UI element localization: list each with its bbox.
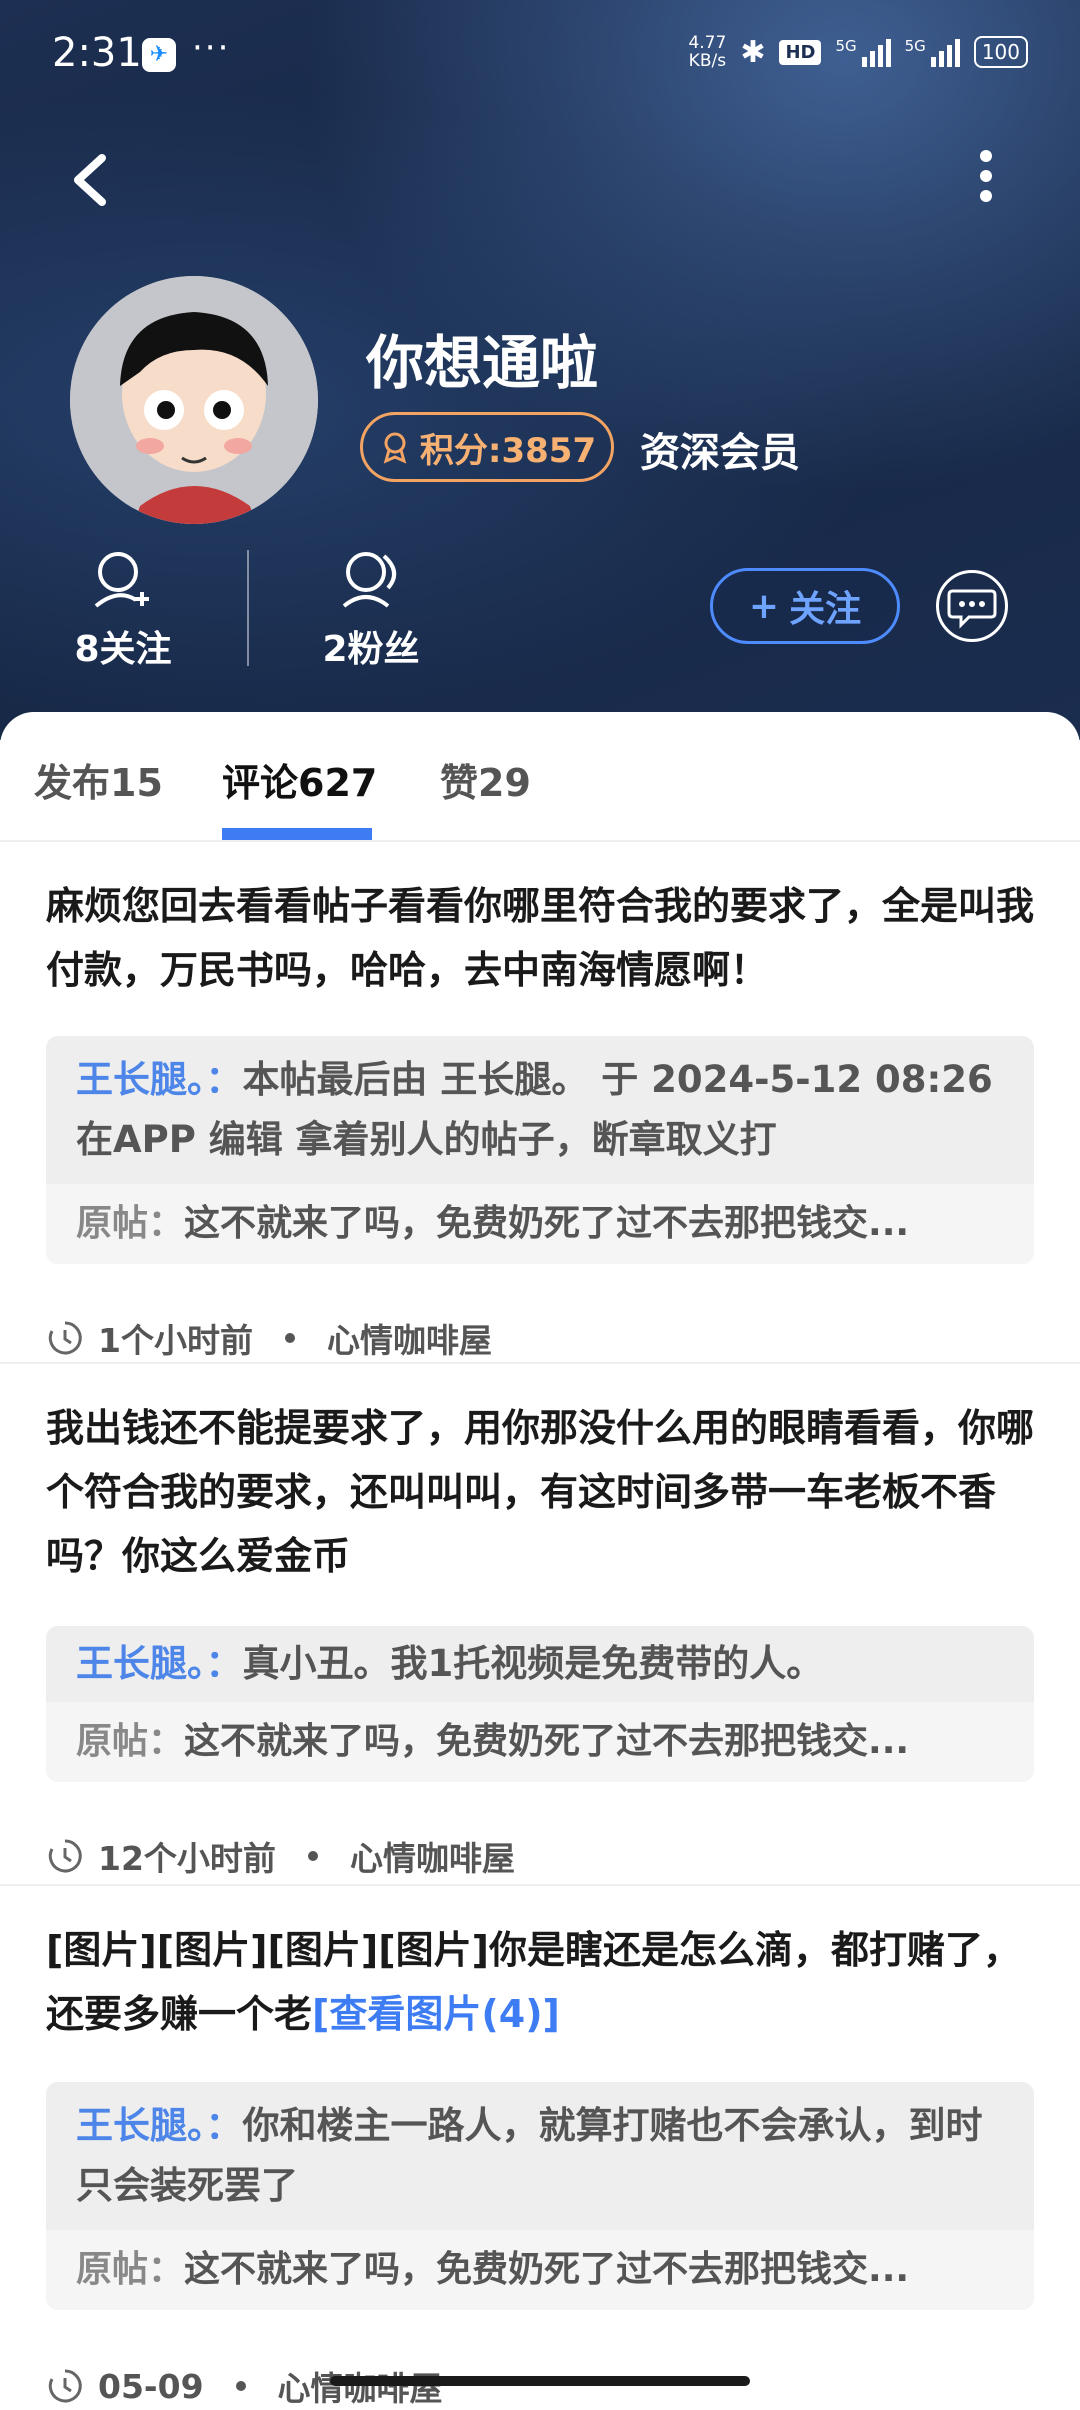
clock-icon (48, 1321, 82, 1355)
comment-meta: 05-09 心情咖啡屋 (46, 2362, 443, 2410)
member-level: 资深会员 (640, 430, 800, 476)
plus-icon: + (748, 585, 780, 627)
status-bar: 2:31 ✈ ··· 4.77 KB/s ✱ HD 5G 5G 100 (0, 0, 1080, 110)
following-count: 8关注 (74, 629, 172, 670)
network-speed: 4.77 KB/s (688, 33, 727, 71)
message-button[interactable] (936, 570, 1008, 642)
bluetooth-icon: ✱ (740, 34, 766, 70)
reply-user[interactable]: 王长腿。： (76, 1058, 243, 1101)
tab-bar: 发布15 评论627 赞29 (0, 712, 1080, 842)
signal-icon-2: 5G (905, 37, 960, 67)
original-post[interactable]: 原帖：这不就来了吗，免费奶死了过不去那把钱交... (46, 1184, 1034, 1264)
hd-icon: HD (779, 39, 822, 65)
avatar-cartoon-icon (70, 276, 318, 524)
list-item[interactable]: [图片][图片][图片][图片]你是瞎还是怎么滴，都打赌了，还要多赚一个老[查看… (0, 1886, 1080, 2408)
reply-user[interactable]: 王长腿。： (76, 1642, 243, 1685)
reply-content: 王长腿。：真小丑。我1托视频是免费带的人。 (46, 1626, 1034, 1702)
home-indicator[interactable] (330, 2376, 750, 2386)
followers-stat[interactable]: 2粉丝 (276, 548, 466, 672)
follow-label: 关注 (789, 589, 862, 630)
origin-text: 这不就来了吗，免费奶死了过不去那把钱交... (184, 2249, 910, 2290)
reply-text: 真小丑。我1托视频是免费带的人。 (242, 1642, 824, 1685)
comment-board[interactable]: 心情咖啡屋 (327, 1314, 492, 1362)
reply-content: 王长腿。：本帖最后由 王长腿。 于 2024-5-12 08:26 在APP 编… (46, 1036, 1034, 1184)
battery-icon: 100 (973, 36, 1028, 68)
signal-icon-1: 5G (835, 37, 891, 67)
comment-board[interactable]: 心情咖啡屋 (278, 2362, 443, 2410)
reply-quote[interactable]: 王长腿。：本帖最后由 王长腿。 于 2024-5-12 08:26 在APP 编… (46, 1036, 1034, 1264)
followers-icon (342, 552, 396, 608)
active-tab-indicator (222, 828, 372, 840)
comment-text: 我出钱还不能提要求了，用你那没什么用的眼睛看看，你哪个符合我的要求，还叫叫叫，有… (46, 1406, 1035, 1578)
original-post[interactable]: 原帖：这不就来了吗，免费奶死了过不去那把钱交... (46, 2230, 1034, 2310)
content-panel: 发布15 评论627 赞29 麻烦您回去看看帖子看看你哪里符合我的要求了，全是叫… (0, 712, 1080, 2408)
meta-separator (235, 2381, 246, 2391)
comment-board[interactable]: 心情咖啡屋 (350, 1832, 515, 1880)
following-stat[interactable]: 8关注 (28, 548, 218, 672)
followers-count: 2粉丝 (322, 629, 420, 670)
more-notifications-icon: ··· (192, 28, 231, 68)
stat-divider (247, 550, 249, 666)
comment-text: [图片][图片][图片][图片]你是瞎还是怎么滴，都打赌了，还要多赚一个老[查看… (46, 1918, 1038, 2046)
origin-text: 这不就来了吗，免费奶死了过不去那把钱交... (184, 1203, 910, 1244)
list-item[interactable]: 麻烦您回去看看帖子看看你哪里符合我的要求了，全是叫我付款，万民书吗，哈哈，去中南… (0, 842, 1080, 1364)
origin-text: 这不就来了吗，免费奶死了过不去那把钱交... (184, 1721, 910, 1762)
reply-quote[interactable]: 王长腿。：你和楼主一路人，就算打赌也不会承认，到时只会装死罢了 原帖：这不就来了… (46, 2082, 1034, 2310)
origin-label: 原帖： (76, 1721, 185, 1762)
points-label: 积分:3857 (419, 430, 597, 471)
following-icon (94, 552, 149, 608)
clock-icon (48, 2369, 82, 2403)
original-post[interactable]: 原帖：这不就来了吗，免费奶死了过不去那把钱交... (46, 1702, 1034, 1782)
origin-label: 原帖： (76, 1203, 185, 1244)
reply-content: 王长腿。：你和楼主一路人，就算打赌也不会承认，到时只会装死罢了 (46, 2082, 1034, 2230)
back-arrow-icon (74, 154, 106, 206)
comment-time: 12个小时前 (98, 1839, 276, 1878)
chat-bubble-icon (947, 589, 997, 629)
list-item[interactable]: 我出钱还不能提要求了，用你那没什么用的眼睛看看，你哪个符合我的要求，还叫叫叫，有… (0, 1364, 1080, 1886)
tab-posts[interactable]: 发布15 (34, 752, 163, 807)
clock-icon (48, 1839, 82, 1873)
comment-text: 麻烦您回去看看帖子看看你哪里符合我的要求了，全是叫我付款，万民书吗，哈哈，去中南… (46, 884, 1035, 992)
comment-meta: 1个小时前 心情咖啡屋 (46, 1314, 492, 1362)
avatar[interactable] (70, 276, 318, 524)
points-badge[interactable]: 积分:3857 (360, 412, 614, 482)
medal-icon (383, 432, 407, 464)
view-images-link[interactable]: [查看图片(4)] (312, 1992, 560, 2036)
follow-button[interactable]: + 关注 (710, 568, 900, 644)
username: 你想通啦 (366, 329, 599, 397)
origin-label: 原帖： (76, 2249, 185, 2290)
meta-separator (284, 1333, 295, 1343)
tab-likes[interactable]: 赞29 (440, 752, 531, 807)
back-button[interactable] (62, 140, 122, 220)
meta-separator (307, 1851, 318, 1861)
reply-quote[interactable]: 王长腿。：真小丑。我1托视频是免费带的人。 原帖：这不就来了吗，免费奶死了过不去… (46, 1626, 1034, 1782)
more-options-button[interactable] (972, 140, 1022, 220)
reply-user[interactable]: 王长腿。： (76, 2104, 243, 2147)
comment-meta: 12个小时前 心情咖啡屋 (46, 1832, 515, 1880)
comment-time: 1个小时前 (98, 1321, 253, 1360)
tab-comments[interactable]: 评论627 (222, 752, 377, 807)
more-vertical-icon (980, 150, 992, 202)
profile-header: 2:31 ✈ ··· 4.77 KB/s ✱ HD 5G 5G 100 你想通啦… (0, 0, 1080, 740)
status-time: 2:31 (52, 30, 142, 76)
app-notification-icon: ✈ (142, 38, 176, 72)
